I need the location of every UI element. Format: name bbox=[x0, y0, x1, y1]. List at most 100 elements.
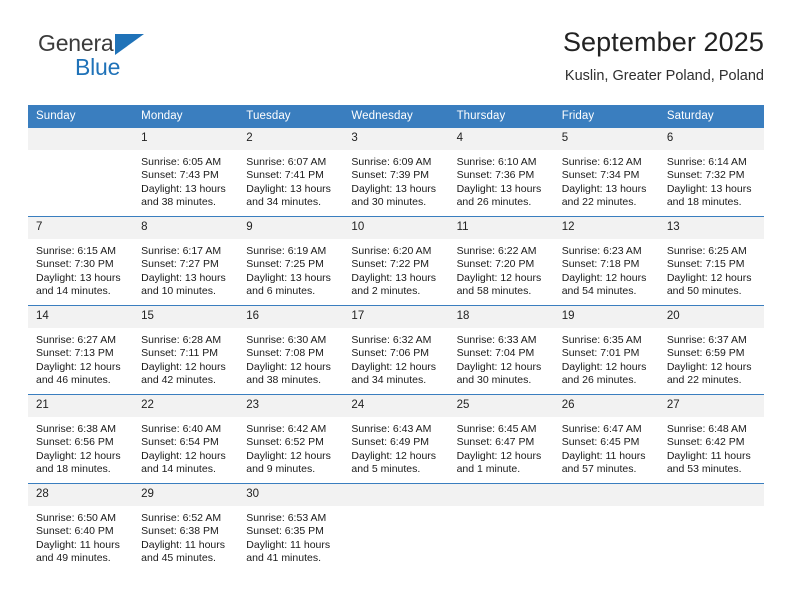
daylight-text-line1: Daylight: 12 hours bbox=[666, 360, 752, 373]
sunset-text: Sunset: 7:30 PM bbox=[36, 258, 114, 271]
sunrise-text: Sunrise: 6:10 AM bbox=[456, 156, 537, 168]
daylight-text-line1: Daylight: 12 hours bbox=[561, 360, 647, 373]
daylight-text-line1: Daylight: 11 hours bbox=[141, 538, 225, 551]
calendar-day-cell[interactable]: 18 Sunrise: 6:33 AM Sunset: 7:04 PM Dayligh… bbox=[448, 305, 554, 395]
day-sun-info: Sunrise: 6:43 AM Sunset: 6:49 PM Daylight:… bbox=[343, 417, 448, 477]
sunset-text: Sunset: 7:34 PM bbox=[561, 169, 640, 182]
day-number: 21 bbox=[28, 395, 134, 417]
calendar-day-cell[interactable]: 23 Sunrise: 6:42 AM Sunset: 6:52 PM Dayligh… bbox=[238, 394, 344, 484]
day-number: 14 bbox=[28, 306, 134, 328]
calendar-day-cell[interactable]: 15 Sunrise: 6:28 AM Sunset: 7:11 PM Dayligh… bbox=[133, 305, 239, 395]
calendar-day-cell[interactable]: 5 Sunrise: 6:12 AM Sunset: 7:34 PM Daylight… bbox=[553, 128, 659, 217]
daylight-text-line1: Daylight: 13 hours bbox=[246, 271, 331, 284]
calendar-day-cell[interactable]: 21 Sunrise: 6:38 AM Sunset: 6:56 PM Dayligh… bbox=[28, 394, 134, 484]
calendar-day-cell[interactable]: 12 Sunrise: 6:23 AM Sunset: 7:18 PM Dayligh… bbox=[553, 216, 659, 306]
day-number: 11 bbox=[448, 217, 554, 239]
sunrise-text: Sunrise: 6:43 AM bbox=[351, 423, 432, 435]
daylight-text-line1: Daylight: 12 hours bbox=[456, 360, 542, 373]
calendar-day-cell[interactable]: 7 Sunrise: 6:15 AM Sunset: 7:30 PM Daylight… bbox=[28, 216, 134, 306]
general-blue-logo[interactable]: General Blue bbox=[38, 32, 188, 88]
daylight-text-line1: Daylight: 12 hours bbox=[36, 360, 121, 373]
calendar-day-cell[interactable]: 1 Sunrise: 6:05 AM Sunset: 7:43 PM Daylight… bbox=[133, 128, 239, 217]
day-sun-info: Sunrise: 6:48 AM Sunset: 6:42 PM Daylight:… bbox=[659, 417, 764, 477]
weekday-header-monday: Monday bbox=[133, 105, 239, 128]
day-sun-info: Sunrise: 6:27 AM Sunset: 7:13 PM Daylight:… bbox=[28, 328, 133, 388]
sunset-text: Sunset: 7:32 PM bbox=[666, 169, 745, 182]
calendar-day-cell[interactable]: 4 Sunrise: 6:10 AM Sunset: 7:36 PM Daylight… bbox=[448, 128, 554, 217]
calendar-day-cell[interactable]: 26 Sunrise: 6:47 AM Sunset: 6:45 PM Dayligh… bbox=[553, 394, 659, 484]
calendar-day-cell[interactable]: 30 Sunrise: 6:53 AM Sunset: 6:35 PM Dayligh… bbox=[238, 483, 344, 572]
calendar-day-cell[interactable]: 28 Sunrise: 6:50 AM Sunset: 6:40 PM Dayligh… bbox=[28, 483, 134, 572]
daylight-text-line1: Daylight: 12 hours bbox=[141, 360, 226, 373]
day-number: 8 bbox=[133, 217, 239, 239]
calendar-day-cell[interactable]: 8 Sunrise: 6:17 AM Sunset: 7:27 PM Daylight… bbox=[133, 216, 239, 306]
sunrise-text: Sunrise: 6:14 AM bbox=[666, 156, 747, 168]
daylight-text-line2: and 53 minutes. bbox=[666, 463, 742, 476]
page-subtitle-location: Kuslin, Greater Poland, Poland bbox=[564, 68, 764, 84]
sunrise-text: Sunrise: 6:25 AM bbox=[666, 245, 747, 257]
day-sun-info: Sunrise: 6:33 AM Sunset: 7:04 PM Daylight:… bbox=[449, 328, 554, 388]
sunrise-text: Sunrise: 6:05 AM bbox=[141, 156, 222, 168]
sunrise-text: Sunrise: 6:48 AM bbox=[666, 423, 747, 435]
day-number: 27 bbox=[658, 395, 764, 417]
daylight-text-line2: and 14 minutes. bbox=[141, 463, 216, 476]
daylight-text-line2: and 6 minutes. bbox=[246, 285, 316, 298]
calendar-day-cell[interactable]: 3 Sunrise: 6:09 AM Sunset: 7:39 PM Daylight… bbox=[343, 128, 449, 217]
daylight-text-line1: Daylight: 12 hours bbox=[561, 271, 647, 284]
daylight-text-line1: Daylight: 13 hours bbox=[36, 271, 121, 284]
weekday-header-tuesday: Tuesday bbox=[238, 105, 344, 128]
day-number: 18 bbox=[448, 306, 554, 328]
weekday-header-thursday: Thursday bbox=[448, 105, 554, 128]
calendar-day-cell-empty bbox=[553, 483, 659, 572]
calendar-day-cell[interactable]: 16 Sunrise: 6:30 AM Sunset: 7:08 PM Dayligh… bbox=[238, 305, 344, 395]
day-number: 17 bbox=[343, 306, 449, 328]
day-number: 1 bbox=[133, 128, 239, 150]
calendar-day-cell-empty bbox=[448, 483, 554, 572]
calendar-week-row: 1 Sunrise: 6:05 AM Sunset: 7:43 PM Daylight… bbox=[28, 128, 764, 217]
sunset-text: Sunset: 7:36 PM bbox=[456, 169, 535, 182]
sunset-text: Sunset: 7:11 PM bbox=[141, 347, 218, 360]
calendar-day-cell[interactable]: 27 Sunrise: 6:48 AM Sunset: 6:42 PM Dayligh… bbox=[658, 394, 764, 484]
day-number: 3 bbox=[343, 128, 449, 150]
day-number: 22 bbox=[133, 395, 239, 417]
calendar-day-cell[interactable]: 14 Sunrise: 6:27 AM Sunset: 7:13 PM Dayligh… bbox=[28, 305, 134, 395]
calendar-day-cell[interactable]: 24 Sunrise: 6:43 AM Sunset: 6:49 PM Dayligh… bbox=[343, 394, 449, 484]
day-sun-info: Sunrise: 6:25 AM Sunset: 7:15 PM Daylight:… bbox=[659, 239, 764, 299]
day-number: 7 bbox=[28, 217, 134, 239]
sunrise-text: Sunrise: 6:30 AM bbox=[246, 334, 327, 346]
sunrise-text: Sunrise: 6:23 AM bbox=[561, 245, 642, 257]
sunset-text: Sunset: 7:06 PM bbox=[351, 347, 430, 360]
calendar-day-cell[interactable]: 2 Sunrise: 6:07 AM Sunset: 7:41 PM Daylight… bbox=[238, 128, 344, 217]
daylight-text-line2: and 57 minutes. bbox=[561, 463, 637, 476]
daylight-text-line2: and 26 minutes. bbox=[561, 374, 637, 387]
sunset-text: Sunset: 6:40 PM bbox=[36, 525, 114, 538]
calendar-day-cell[interactable]: 10 Sunrise: 6:20 AM Sunset: 7:22 PM Dayligh… bbox=[343, 216, 449, 306]
daylight-text-line1: Daylight: 11 hours bbox=[246, 538, 331, 551]
sunset-text: Sunset: 6:54 PM bbox=[141, 436, 219, 449]
calendar-day-cell[interactable]: 19 Sunrise: 6:35 AM Sunset: 7:01 PM Dayligh… bbox=[553, 305, 659, 395]
logo-text-general: General bbox=[38, 30, 119, 56]
sunrise-text: Sunrise: 6:15 AM bbox=[36, 245, 116, 257]
daylight-text-line2: and 49 minutes. bbox=[36, 552, 111, 565]
daylight-text-line2: and 14 minutes. bbox=[36, 285, 111, 298]
calendar-day-cell[interactable]: 9 Sunrise: 6:19 AM Sunset: 7:25 PM Daylight… bbox=[238, 216, 344, 306]
calendar-day-cell[interactable]: 17 Sunrise: 6:32 AM Sunset: 7:06 PM Dayligh… bbox=[343, 305, 449, 395]
day-sun-info: Sunrise: 6:53 AM Sunset: 6:35 PM Daylight:… bbox=[238, 506, 343, 566]
sunset-text: Sunset: 7:39 PM bbox=[351, 169, 430, 182]
calendar-day-cell[interactable]: 11 Sunrise: 6:22 AM Sunset: 7:20 PM Dayligh… bbox=[448, 216, 554, 306]
daylight-text-line2: and 18 minutes. bbox=[666, 196, 742, 209]
calendar-day-cell[interactable]: 29 Sunrise: 6:52 AM Sunset: 6:38 PM Dayligh… bbox=[133, 483, 239, 572]
sunset-text: Sunset: 6:56 PM bbox=[36, 436, 114, 449]
sunset-text: Sunset: 7:18 PM bbox=[561, 258, 640, 271]
calendar-day-cell[interactable]: 13 Sunrise: 6:25 AM Sunset: 7:15 PM Dayligh… bbox=[658, 216, 764, 306]
calendar-day-cell[interactable]: 20 Sunrise: 6:37 AM Sunset: 6:59 PM Dayligh… bbox=[658, 305, 764, 395]
sunrise-text: Sunrise: 6:27 AM bbox=[36, 334, 116, 346]
daylight-text-line1: Daylight: 11 hours bbox=[666, 449, 751, 462]
day-sun-info: Sunrise: 6:20 AM Sunset: 7:22 PM Daylight:… bbox=[343, 239, 448, 299]
daylight-text-line2: and 42 minutes. bbox=[141, 374, 216, 387]
calendar-day-cell[interactable]: 25 Sunrise: 6:45 AM Sunset: 6:47 PM Dayligh… bbox=[448, 394, 554, 484]
calendar-day-cell[interactable]: 22 Sunrise: 6:40 AM Sunset: 6:54 PM Dayligh… bbox=[133, 394, 239, 484]
calendar-day-cell[interactable]: 6 Sunrise: 6:14 AM Sunset: 7:32 PM Daylight… bbox=[658, 128, 764, 217]
day-number: 5 bbox=[553, 128, 659, 150]
calendar-page: General Blue September 2025 Kuslin, Grea… bbox=[0, 0, 792, 612]
